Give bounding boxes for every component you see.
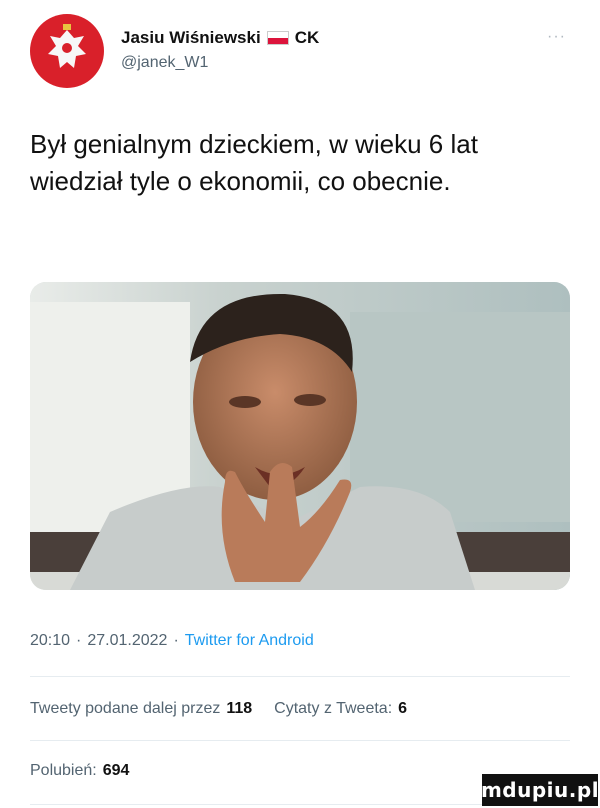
divider	[30, 676, 570, 677]
divider	[30, 740, 570, 741]
polish-eagle-emblem-icon	[31, 15, 103, 87]
photo-man-thinking	[30, 282, 570, 590]
tweet-date[interactable]: 27.01.2022	[87, 632, 167, 650]
quotes-label[interactable]: Cytaty z Tweeta:	[274, 700, 392, 718]
likes-row: Polubień: 694	[30, 762, 129, 780]
name-row: Jasiu Wiśniewski CK	[121, 28, 319, 48]
meta-separator: ·	[76, 632, 82, 649]
tweet-text: Był genialnym dzieckiem, w wieku 6 lat w…	[30, 129, 478, 196]
avatar[interactable]	[30, 14, 104, 88]
tweet-header: Jasiu Wiśniewski CK @janek_W1 ···	[30, 14, 570, 94]
likes-count[interactable]: 694	[103, 762, 130, 780]
tweet-source-link[interactable]: Twitter for Android	[185, 632, 314, 650]
poland-flag-icon	[266, 31, 289, 45]
retweets-count[interactable]: 118	[226, 700, 252, 718]
name-suffix: CK	[294, 28, 320, 47]
display-name[interactable]: Jasiu Wiśniewski	[121, 28, 261, 48]
meta-separator: ·	[173, 632, 179, 649]
stats-row: Tweety podane dalej przez 118 Cytaty z T…	[30, 700, 407, 718]
tweet-time[interactable]: 20:10	[30, 632, 70, 650]
tweet-meta: 20:10 · 27.01.2022 · Twitter for Android	[30, 632, 314, 650]
retweets-label[interactable]: Tweety podane dalej przez	[30, 700, 220, 718]
more-options-icon[interactable]: ···	[547, 28, 566, 46]
tweet-photo[interactable]	[30, 282, 570, 590]
site-watermark: mdupiu.pl	[481, 774, 599, 806]
user-handle[interactable]: @janek_W1	[121, 54, 208, 72]
quotes-count[interactable]: 6	[398, 700, 407, 718]
likes-label[interactable]: Polubień:	[30, 762, 97, 780]
